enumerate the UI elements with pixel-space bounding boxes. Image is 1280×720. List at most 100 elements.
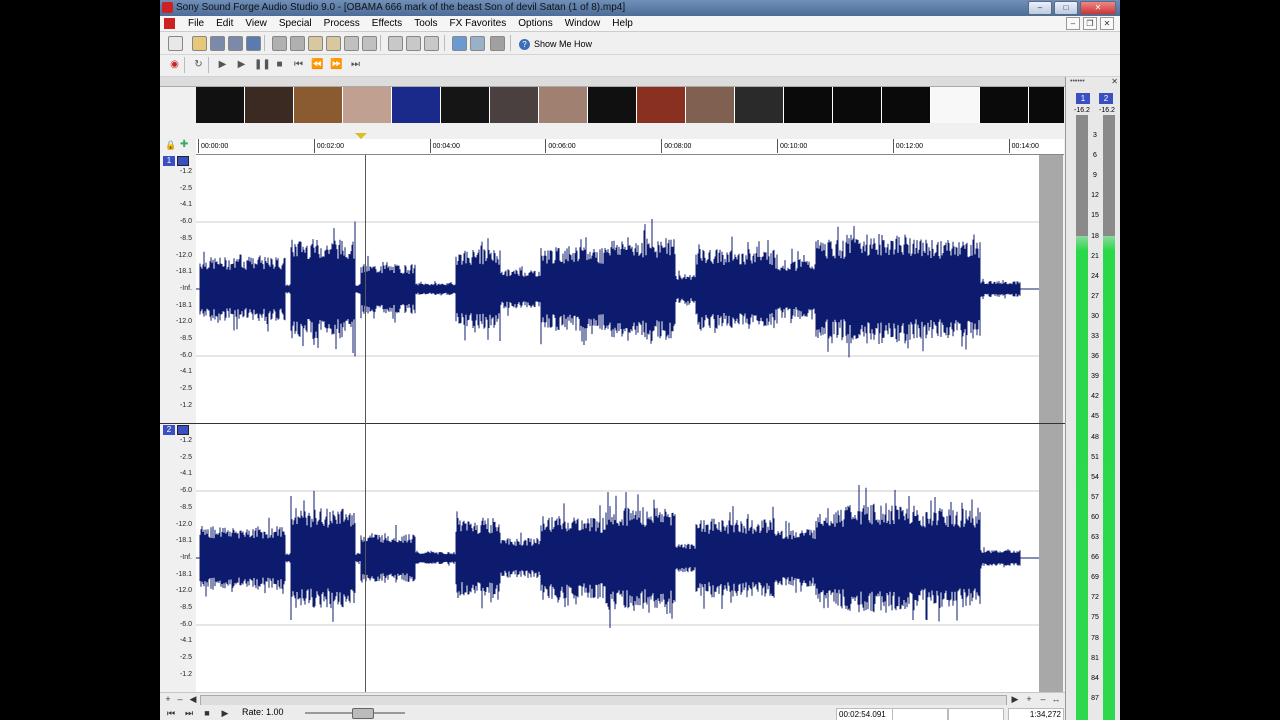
menu-options[interactable]: Options: [512, 17, 558, 30]
open-icon[interactable]: [192, 36, 207, 51]
new-icon[interactable]: [168, 36, 183, 51]
zoom-in-icon[interactable]: +: [163, 694, 173, 704]
record-icon[interactable]: ◉: [168, 58, 181, 71]
zoom-in-time-icon[interactable]: +: [1024, 694, 1034, 704]
meter-scale-label: 12: [1091, 192, 1099, 200]
go-to-start-icon[interactable]: ⏮: [292, 58, 305, 71]
channel-1-badge[interactable]: 1: [163, 156, 175, 166]
menu-window[interactable]: Window: [559, 17, 607, 30]
close-button[interactable]: ✕: [1080, 1, 1116, 15]
doc-restore-button[interactable]: ❐: [1083, 17, 1097, 30]
lock-icon[interactable]: 🔒: [165, 140, 176, 151]
minimize-button[interactable]: –: [1028, 1, 1052, 15]
forward-icon[interactable]: ⏩: [330, 58, 343, 71]
magnify-tool-icon[interactable]: [470, 36, 485, 51]
copy-icon[interactable]: [290, 36, 305, 51]
time-ruler[interactable]: 00:00:00 00:02:00 00:04:00 00:06:00 00:08:00…: [196, 139, 1064, 155]
stop-icon[interactable]: ■: [273, 58, 286, 71]
menu-tools[interactable]: Tools: [408, 17, 443, 30]
cut-icon[interactable]: [272, 36, 287, 51]
redo-icon[interactable]: [406, 36, 421, 51]
channel-2-badge[interactable]: 2: [163, 425, 175, 435]
scale-label: -1.2: [179, 670, 192, 678]
zoom-fit-icon[interactable]: ↔: [1051, 694, 1061, 704]
menu-process[interactable]: Process: [318, 17, 366, 30]
meter-scale-label: 78: [1091, 634, 1099, 642]
meter-scale-label: 69: [1091, 574, 1099, 582]
zoom-out-icon[interactable]: –: [175, 694, 185, 704]
scale-label: -2.5: [179, 654, 192, 662]
video-thumbnail: [588, 87, 636, 123]
loop-icon[interactable]: ↻: [192, 58, 205, 71]
meter-1-badge[interactable]: 1: [1076, 93, 1090, 104]
menu-file[interactable]: File: [182, 17, 210, 30]
doc-close-button[interactable]: ✕: [1100, 17, 1114, 30]
zoom-out-time-icon[interactable]: –: [1038, 694, 1048, 704]
undo-icon[interactable]: [388, 36, 403, 51]
scroll-left-icon[interactable]: ◀: [188, 694, 198, 704]
channel-1-minimize-button[interactable]: [177, 156, 189, 166]
menu-bar: File Edit View Special Process Effects Tools FX…: [160, 16, 1120, 32]
save-as-icon[interactable]: [228, 36, 243, 51]
horizontal-scrollbar[interactable]: + – ◀ ▶ + – ↔: [160, 692, 1065, 706]
trim-icon[interactable]: [362, 36, 377, 51]
go-to-end-icon[interactable]: ⏭: [184, 708, 194, 718]
maximize-button[interactable]: □: [1054, 1, 1078, 15]
app-window: Sony Sound Forge Audio Studio 9.0 - [OBA…: [160, 0, 1120, 720]
meter-2-badge[interactable]: 2: [1099, 93, 1113, 104]
meter-scale-label: 6: [1093, 152, 1097, 160]
app-icon: [162, 2, 173, 13]
selection-icon[interactable]: ✚: [180, 139, 188, 150]
stop-icon[interactable]: ■: [202, 708, 212, 718]
mix-icon[interactable]: [344, 36, 359, 51]
go-to-end-icon[interactable]: ⏭: [349, 58, 362, 71]
toolbar-separator: [264, 35, 265, 51]
play-icon[interactable]: ▶: [220, 708, 230, 718]
meter-close-icon[interactable]: ✕: [1111, 77, 1118, 86]
selection-end: [948, 708, 1004, 720]
channel-1-waveform[interactable]: [196, 155, 1039, 423]
time-tick: 00:14:00: [1008, 139, 1039, 153]
properties-icon[interactable]: [246, 36, 261, 51]
scale-label: -Inf.: [179, 284, 192, 292]
paste-special-icon[interactable]: [326, 36, 341, 51]
paste-icon[interactable]: [308, 36, 323, 51]
scale-label: -12.0: [176, 318, 192, 326]
scale-label: -4.1: [179, 201, 192, 209]
channel-2-minimize-button[interactable]: [177, 425, 189, 435]
rewind-icon[interactable]: ⏪: [311, 58, 324, 71]
meter-scale-label: 15: [1091, 212, 1099, 220]
play-all-icon[interactable]: ▶: [216, 58, 229, 71]
meter-scale-label: 27: [1091, 292, 1099, 300]
document-icon[interactable]: [164, 18, 175, 29]
menu-view[interactable]: View: [239, 17, 273, 30]
show-me-how-button[interactable]: ? Show Me How: [515, 35, 596, 53]
menu-special[interactable]: Special: [273, 17, 318, 30]
menu-edit[interactable]: Edit: [210, 17, 239, 30]
video-thumbnail: [735, 87, 783, 123]
pause-icon[interactable]: ❚❚: [254, 58, 271, 71]
video-thumbnail: [441, 87, 489, 123]
play-icon[interactable]: ▶: [235, 58, 248, 71]
time-tick: 00:08:00: [661, 139, 691, 153]
overview-bar[interactable]: [160, 77, 1065, 87]
go-to-start-icon[interactable]: ⏮: [166, 708, 176, 718]
repeat-icon[interactable]: [424, 36, 439, 51]
scale-label: -4.1: [179, 368, 192, 376]
time-tick: 00:12:00: [892, 139, 923, 153]
toolbar-separator: [208, 57, 209, 73]
toolbar-separator: [184, 57, 185, 73]
doc-minimize-button[interactable]: –: [1066, 17, 1080, 30]
scroll-right-icon[interactable]: ▶: [1010, 694, 1020, 704]
menu-help[interactable]: Help: [606, 17, 639, 30]
save-icon[interactable]: [210, 36, 225, 51]
rate-slider-knob[interactable]: [352, 708, 374, 719]
channel-2-waveform[interactable]: [196, 424, 1039, 692]
play-cursor[interactable]: [365, 155, 366, 692]
edit-tool-icon[interactable]: [452, 36, 467, 51]
meter-scale-label: 51: [1091, 453, 1099, 461]
menu-effects[interactable]: Effects: [366, 17, 408, 30]
pencil-tool-icon[interactable]: [490, 36, 505, 51]
meter-scale-label: 21: [1091, 252, 1099, 260]
menu-fx-favorites[interactable]: FX Favorites: [444, 17, 513, 30]
